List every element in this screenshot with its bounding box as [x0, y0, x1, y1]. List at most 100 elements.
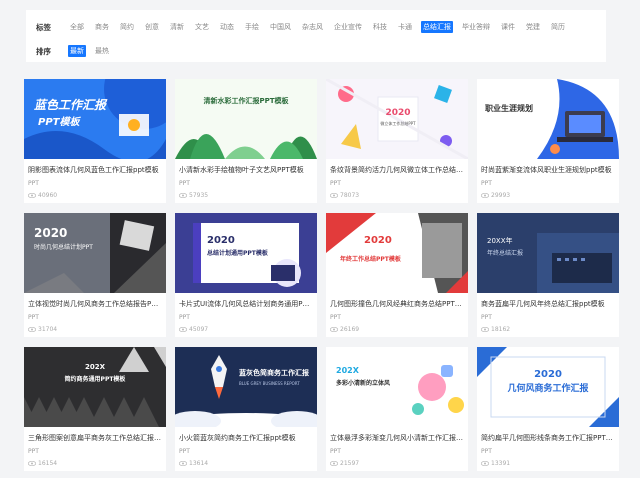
card-title[interactable]: 几何图形撞色几何风经典红商务总结PPT模板 — [330, 299, 464, 309]
card-thumb-subtitle: 多彩小清新的立体风 — [336, 379, 390, 387]
card-thumb-title: 2020 — [534, 369, 562, 380]
card-title[interactable]: 商务蓝扁平几何风年终总结汇报ppt模板 — [481, 299, 615, 309]
card-thumbnail[interactable]: 2020 年终工作总结PPT模板 — [326, 213, 468, 293]
card-title[interactable]: 立体悬浮多彩渐变几何风小清新工作汇报PPT — [330, 433, 464, 443]
sort-option[interactable]: 最新 — [68, 45, 86, 57]
tag-option[interactable]: 科技 — [371, 21, 389, 33]
card-view-count: 21597 — [340, 460, 360, 467]
template-card[interactable]: 2020 总结计划通用PPT模板 卡片式UI流体几何风总结计划商务通用PPT模板… — [175, 213, 317, 337]
card-title[interactable]: 小清新水彩手绘植物叶子文艺风PPT模板 — [179, 165, 313, 175]
tag-option[interactable]: 动态 — [218, 21, 236, 33]
tag-option[interactable]: 卡通 — [396, 21, 414, 33]
tag-option[interactable]: 课件 — [499, 21, 517, 33]
card-views: 18162 — [481, 326, 510, 333]
card-view-count: 40960 — [38, 192, 58, 199]
tag-filter-row: 标签 全部 商务 简约 创意 清新 文艺 动态 手绘 中国风 杂志风 企业宣传 科技 卡通 总结汇报 毕业答… — [26, 18, 574, 36]
card-category: PPT — [28, 448, 39, 455]
card-category: PPT — [330, 448, 341, 455]
card-thumb-title: 202X — [336, 366, 360, 375]
card-title[interactable]: 卡片式UI流体几何风总结计划商务通用PPT模板 — [179, 299, 313, 309]
card-category: PPT — [481, 180, 492, 187]
card-category: PPT — [330, 314, 341, 321]
card-views: 45097 — [179, 326, 208, 333]
card-title[interactable]: 简约扁平几何图形线条商务工作汇报PPT模板 — [481, 433, 615, 443]
sort-option[interactable]: 最热 — [93, 45, 111, 57]
card-view-count: 26169 — [340, 326, 360, 333]
card-view-count: 13614 — [189, 460, 209, 467]
card-view-count: 16154 — [38, 460, 58, 467]
template-card[interactable]: 2020 几何风商务工作汇报 简约扁平几何图形线条商务工作汇报PPT模板 PPT… — [477, 347, 619, 471]
card-thumbnail[interactable]: 2020 微立体工作总结PPT — [326, 79, 468, 159]
card-title[interactable]: 阴影图表流体几何风蓝色工作汇报ppt模板 — [28, 165, 162, 175]
card-thumb-title: 2020 — [207, 235, 235, 246]
eye-icon — [481, 327, 489, 332]
card-thumbnail[interactable]: 202X 多彩小清新的立体风 — [326, 347, 468, 427]
card-category: PPT — [28, 180, 39, 187]
card-thumb-subtitle: 年终工作总结PPT模板 — [340, 255, 402, 263]
card-thumbnail[interactable]: 清新水彩工作汇报PPT模板 — [175, 79, 317, 159]
card-title[interactable]: 时尚蓝紫渐变流体风职业生涯规划ppt模板 — [481, 165, 615, 175]
card-view-count: 13391 — [491, 460, 511, 467]
eye-icon — [481, 461, 489, 466]
card-views: 31704 — [28, 326, 57, 333]
template-card[interactable]: 蓝色工作汇报 PPT模板 阴影图表流体几何风蓝色工作汇报ppt模板 PPT 40… — [24, 79, 166, 203]
card-thumb-subtitle: 年终总结汇报 — [487, 249, 523, 257]
tag-option[interactable]: 手绘 — [243, 21, 261, 33]
card-title[interactable]: 条纹背景简约活力几何风微立体工作总结PPT — [330, 165, 464, 175]
card-thumbnail[interactable]: 蓝灰色简商务工作汇报 BLUE GREY BUSINESS REPORT — [175, 347, 317, 427]
template-card[interactable]: 2020 时尚几何总结计划PPT 立体视觉时尚几何风商务工作总结报告PPT模板 … — [24, 213, 166, 337]
card-title[interactable]: 立体视觉时尚几何风商务工作总结报告PPT模板 — [28, 299, 162, 309]
template-card[interactable]: 2020 微立体工作总结PPT 条纹背景简约活力几何风微立体工作总结PPT PP… — [326, 79, 468, 203]
tag-option[interactable]: 商务 — [93, 21, 111, 33]
tag-option[interactable]: 毕业答辩 — [460, 21, 492, 33]
card-thumbnail[interactable]: 20XX年 年终总结汇报 — [477, 213, 619, 293]
eye-icon — [179, 327, 187, 332]
template-card[interactable]: 2020 年终工作总结PPT模板 几何图形撞色几何风经典红商务总结PPT模板 P… — [326, 213, 468, 337]
card-category: PPT — [481, 448, 492, 455]
tag-option[interactable]: 清新 — [168, 21, 186, 33]
template-card[interactable]: 202X 多彩小清新的立体风 立体悬浮多彩渐变几何风小清新工作汇报PPT PPT… — [326, 347, 468, 471]
card-thumbnail[interactable]: 202X 简约商务通用PPT模板 — [24, 347, 166, 427]
eye-icon — [28, 193, 36, 198]
card-thumb-title: 202X — [85, 363, 106, 371]
eye-icon — [28, 327, 36, 332]
eye-icon — [28, 461, 36, 466]
tag-option[interactable]: 总结汇报 — [421, 21, 453, 33]
tag-option[interactable]: 简历 — [549, 21, 567, 33]
template-card[interactable]: 清新水彩工作汇报PPT模板 小清新水彩手绘植物叶子文艺风PPT模板 PPT 57… — [175, 79, 317, 203]
card-title[interactable]: 三角形图案创意扁平商务灰工作总结汇报PPT — [28, 433, 162, 443]
card-thumbnail[interactable]: 职业生涯规划 — [477, 79, 619, 159]
template-card[interactable]: 202X 简约商务通用PPT模板 三角形图案创意扁平商务灰工作总结汇报PPT P… — [24, 347, 166, 471]
tag-option[interactable]: 杂志风 — [300, 21, 325, 33]
template-card[interactable]: 职业生涯规划 时尚蓝紫渐变流体风职业生涯规划ppt模板 PPT 29993 — [477, 79, 619, 203]
tag-option[interactable]: 创意 — [143, 21, 161, 33]
card-title[interactable]: 小火箭蓝灰简约商务工作汇报ppt模板 — [179, 433, 313, 443]
card-thumbnail[interactable]: 蓝色工作汇报 PPT模板 — [24, 79, 166, 159]
card-thumbnail[interactable]: 2020 时尚几何总结计划PPT — [24, 213, 166, 293]
tag-filter-label: 标签 — [36, 22, 51, 32]
template-card[interactable]: 20XX年 年终总结汇报 商务蓝扁平几何风年终总结汇报ppt模板 PPT 181… — [477, 213, 619, 337]
tag-option[interactable]: 中国风 — [268, 21, 293, 33]
eye-icon — [330, 461, 338, 466]
card-view-count: 45097 — [189, 326, 209, 333]
tag-option[interactable]: 文艺 — [193, 21, 211, 33]
filter-panel: 标签 全部 商务 简约 创意 清新 文艺 动态 手绘 中国风 杂志风 企业宣传 科技 卡通 总结汇报 毕业答… — [26, 10, 606, 62]
card-thumb-title: 蓝灰色简商务工作汇报 — [239, 368, 310, 377]
sort-options: 最新 最热 — [68, 45, 118, 57]
card-view-count: 29993 — [491, 192, 511, 199]
sort-filter-label: 排序 — [36, 46, 51, 56]
card-thumbnail[interactable]: 2020 总结计划通用PPT模板 — [175, 213, 317, 293]
template-card[interactable]: 蓝灰色简商务工作汇报 BLUE GREY BUSINESS REPORT 小火箭… — [175, 347, 317, 471]
card-thumbnail[interactable]: 2020 几何风商务工作汇报 — [477, 347, 619, 427]
tag-option[interactable]: 企业宣传 — [332, 21, 364, 33]
tag-option[interactable]: 简约 — [118, 21, 136, 33]
card-thumb-title: 职业生涯规划 — [485, 103, 533, 113]
tag-option[interactable]: 党建 — [524, 21, 542, 33]
tag-option[interactable]: 全部 — [68, 21, 86, 33]
card-category: PPT — [330, 180, 341, 187]
card-view-count: 18162 — [491, 326, 511, 333]
card-views: 16154 — [28, 460, 57, 467]
card-views: 13614 — [179, 460, 208, 467]
card-thumb-subtitle: 总结计划通用PPT模板 — [207, 249, 269, 257]
card-views: 26169 — [330, 326, 359, 333]
